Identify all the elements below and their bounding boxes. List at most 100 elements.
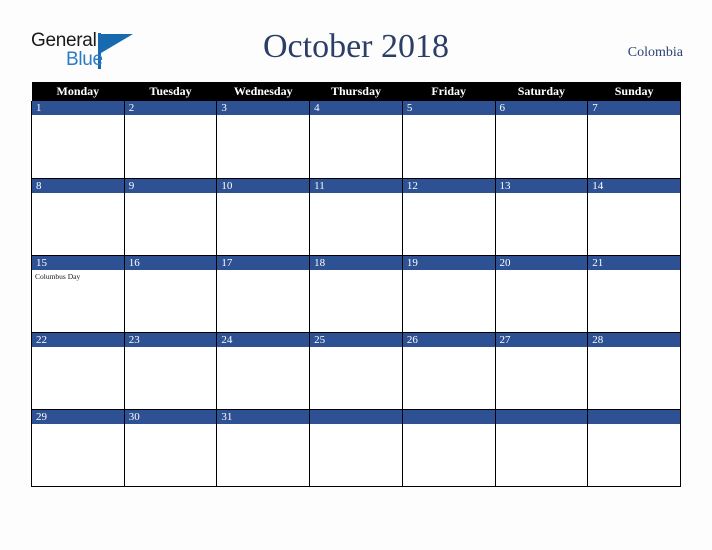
day-cell-empty[interactable]	[494, 409, 589, 487]
day-cell-content: 17	[217, 255, 310, 332]
day-cell-17[interactable]: 17	[216, 255, 311, 333]
day-cell-empty[interactable]	[309, 409, 403, 487]
day-cell-content: 12	[402, 178, 495, 255]
calendar-week-row: 8 9 10 11 12 13 14	[31, 178, 681, 256]
day-cell-content: 30	[124, 409, 217, 486]
calendar-week-row: 1234567	[31, 101, 681, 179]
day-cell-13[interactable]: 13	[494, 178, 589, 256]
day-cell-16[interactable]: 16	[123, 255, 218, 333]
day-cell-15[interactable]: 15 Columbus Day	[31, 255, 125, 333]
day-events	[588, 270, 680, 272]
day-events	[310, 270, 402, 272]
day-cell-22[interactable]: 22	[31, 332, 125, 410]
day-cell-4[interactable]: 4	[309, 101, 403, 179]
day-cell-27[interactable]: 27	[494, 332, 589, 410]
day-cell-content: 25	[310, 332, 402, 409]
day-events	[217, 270, 309, 272]
day-number: 6	[495, 101, 588, 115]
day-number: 24	[217, 332, 310, 347]
day-cell-18[interactable]: 18	[309, 255, 403, 333]
calendar-page: General Blue October 2018 Colombia Monda…	[0, 0, 712, 550]
day-events	[310, 347, 402, 349]
day-cell-content: 4	[310, 101, 402, 178]
day-cell-content: 21	[588, 255, 680, 332]
day-number: 26	[402, 332, 495, 347]
day-cell-content: 1	[32, 101, 124, 178]
day-cell-23[interactable]: 23	[123, 332, 218, 410]
day-events	[496, 424, 588, 426]
day-number	[310, 409, 402, 424]
day-number: 21	[588, 255, 680, 270]
day-cell-14[interactable]: 14	[587, 178, 681, 256]
day-number: 8	[32, 178, 124, 193]
day-cell-content: 29	[32, 409, 124, 486]
day-events	[32, 115, 124, 117]
day-events	[125, 270, 217, 272]
day-cell-25[interactable]: 25	[309, 332, 403, 410]
day-cell-11[interactable]: 11	[309, 178, 403, 256]
day-number: 23	[124, 332, 217, 347]
weekday-header-tuesday: Tuesday	[124, 82, 217, 101]
day-number: 30	[124, 409, 217, 424]
day-cell-content: 18	[310, 255, 402, 332]
day-cell-21[interactable]: 21	[587, 255, 681, 333]
day-events	[403, 347, 495, 349]
day-cell-7[interactable]: 7	[587, 101, 681, 179]
day-cell-content: 16	[124, 255, 217, 332]
day-cell-12[interactable]: 12	[401, 178, 496, 256]
day-number	[495, 409, 588, 424]
day-cell-content: 2	[124, 101, 217, 178]
day-cell-28[interactable]: 28	[587, 332, 681, 410]
day-events	[310, 424, 402, 426]
calendar-body: 1 2 3 4 5 6 7 8 9 10 11 12 13 14 15 Columbus Day 16 17 18 1…	[31, 101, 681, 487]
day-number: 20	[495, 255, 588, 270]
day-number	[402, 409, 495, 424]
day-cell-19[interactable]: 19	[401, 255, 496, 333]
day-cell-content: 6	[495, 101, 588, 178]
day-cell-content: 13	[495, 178, 588, 255]
day-number: 3	[217, 101, 310, 115]
day-cell-content: 14	[588, 178, 680, 255]
day-cell-content: 20	[495, 255, 588, 332]
day-cell-5[interactable]: 5	[401, 101, 496, 179]
day-number: 25	[310, 332, 402, 347]
day-number: 27	[495, 332, 588, 347]
day-events	[125, 193, 217, 195]
day-cell-1[interactable]: 1	[31, 101, 125, 179]
day-number: 15	[32, 255, 124, 270]
day-cell-29[interactable]: 29	[31, 409, 125, 487]
day-cell-24[interactable]: 24	[216, 332, 311, 410]
day-events	[403, 424, 495, 426]
day-events	[496, 270, 588, 272]
day-cell-9[interactable]: 9	[123, 178, 218, 256]
day-number: 12	[402, 178, 495, 193]
day-cell-empty[interactable]	[401, 409, 496, 487]
day-number: 10	[217, 178, 310, 193]
day-cell-26[interactable]: 26	[401, 332, 496, 410]
day-cell-content	[402, 409, 495, 486]
day-cell-empty[interactable]	[587, 409, 681, 487]
day-cell-content: 28	[588, 332, 680, 409]
weekday-header-wednesday: Wednesday	[216, 82, 310, 101]
day-cell-6[interactable]: 6	[494, 101, 589, 179]
day-cell-3[interactable]: 3	[216, 101, 311, 179]
day-number	[588, 409, 680, 424]
day-events	[496, 115, 588, 117]
day-events	[403, 193, 495, 195]
day-cell-30[interactable]: 30	[123, 409, 218, 487]
day-events	[217, 193, 309, 195]
day-cell-20[interactable]: 20	[494, 255, 589, 333]
day-events	[588, 424, 680, 426]
day-cell-content: 23	[124, 332, 217, 409]
day-cell-2[interactable]: 2	[123, 101, 218, 179]
day-events	[588, 193, 680, 195]
day-cell-10[interactable]: 10	[216, 178, 311, 256]
calendar-week-row: 22 23 24 25 26 27 28	[31, 332, 681, 410]
country-label: Colombia	[627, 45, 683, 60]
day-number: 1	[32, 101, 124, 115]
day-cell-content: 22	[32, 332, 124, 409]
day-events	[125, 347, 217, 349]
day-cell-31[interactable]: 31	[216, 409, 311, 487]
day-events	[588, 115, 680, 117]
day-cell-8[interactable]: 8	[31, 178, 125, 256]
